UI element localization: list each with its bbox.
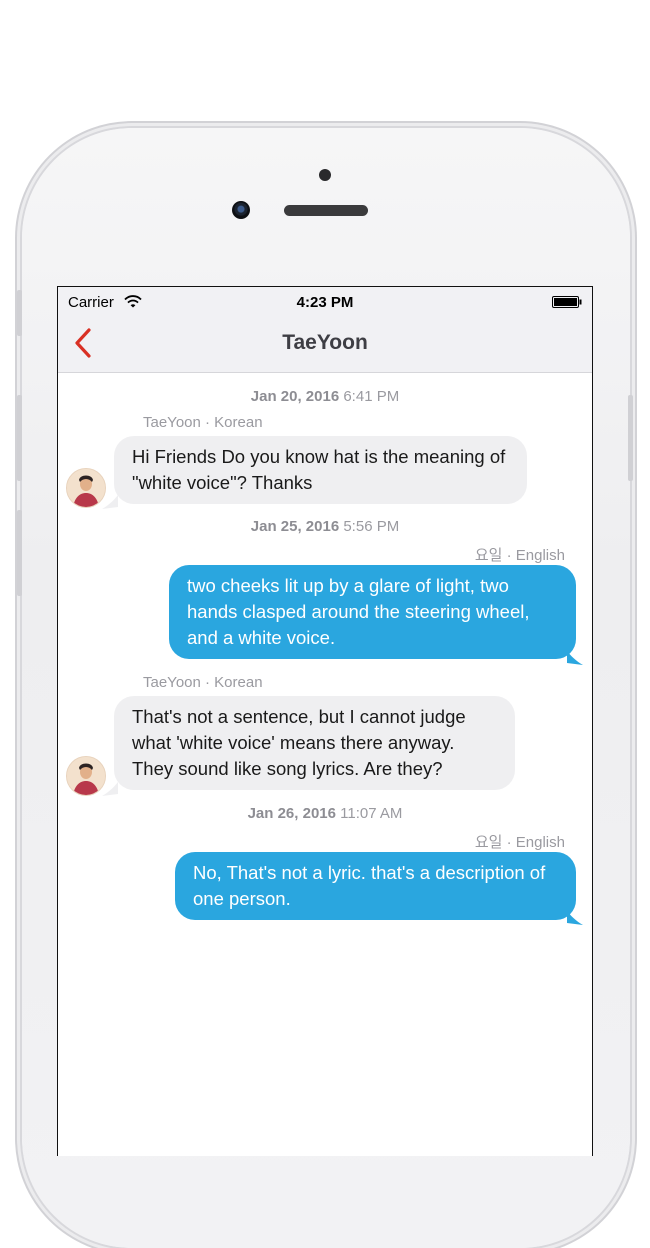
date-separator: Jan 20, 2016 6:41 PM — [58, 388, 592, 405]
side-button-mute — [17, 290, 22, 336]
date-label: Jan 25, 2016 — [250, 518, 340, 535]
date-label: Jan 20, 2016 — [250, 388, 340, 405]
sender-label: 요일 · English — [474, 834, 565, 851]
phone-screen: Carrier 4:23 PM TaeYoon Jan 20, 2016 6:4… — [57, 286, 593, 1156]
proximity-sensor — [319, 169, 331, 181]
status-time: 4:23 PM — [296, 294, 354, 311]
side-button-volume-down — [17, 510, 22, 596]
message-bubble-outgoing[interactable]: two cheeks lit up by a glare of light, t… — [169, 565, 576, 659]
chat-title: TaeYoon — [282, 331, 368, 354]
message-bubble-outgoing[interactable]: No, That's not a lyric. that's a descrip… — [175, 852, 576, 920]
avatar-image — [67, 469, 105, 507]
time-label: 11:07 AM — [340, 805, 403, 822]
time-label: 5:56 PM — [343, 518, 400, 535]
status-bar: Carrier 4:23 PM — [58, 287, 592, 317]
date-label: Jan 26, 2016 — [247, 805, 336, 822]
earpiece-speaker — [284, 205, 368, 216]
avatar-image — [67, 757, 105, 795]
bubble-tail — [102, 495, 118, 509]
sender-label: 요일 · English — [474, 547, 565, 564]
front-camera-icon — [232, 201, 250, 219]
time-label: 6:41 PM — [343, 388, 400, 405]
side-button-volume-up — [17, 395, 22, 481]
sender-label: TaeYoon · Korean — [143, 414, 263, 431]
message-bubble-incoming[interactable]: That's not a sentence, but I cannot judg… — [114, 696, 515, 790]
date-separator: Jan 25, 2016 5:56 PM — [58, 518, 592, 535]
sender-label: TaeYoon · Korean — [143, 674, 263, 691]
date-separator: Jan 26, 2016 11:07 AM — [58, 805, 592, 822]
bubble-tail — [102, 782, 118, 796]
navigation-bar: Carrier 4:23 PM TaeYoon — [58, 287, 592, 373]
side-button-power — [628, 395, 633, 481]
avatar[interactable] — [66, 468, 106, 508]
battery-icon — [552, 296, 582, 308]
message-bubble-incoming[interactable]: Hi Friends Do you know hat is the meanin… — [114, 436, 527, 504]
avatar[interactable] — [66, 756, 106, 796]
